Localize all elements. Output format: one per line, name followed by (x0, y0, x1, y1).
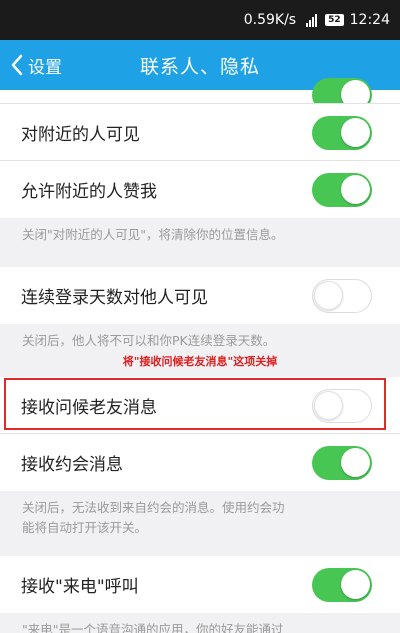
toggle-knob (341, 117, 370, 147)
network-speed: 0.59K/s (243, 12, 297, 28)
setting-row[interactable]: 对附近的人可见 (0, 104, 400, 161)
toggle-switch[interactable] (312, 445, 372, 480)
toggle-switch[interactable] (312, 278, 372, 313)
toggle-knob (341, 447, 370, 477)
status-bar: 0.59K/s 52 12:24 (0, 0, 400, 40)
toggle-knob (314, 390, 343, 420)
setting-note: 关闭"对附近的人可见"，将清除你的位置信息。 (22, 227, 284, 242)
toggle-knob (341, 174, 370, 204)
setting-label: 接收"来电"呼叫 (21, 577, 139, 597)
setting-label: 连续登录天数对他人可见 (21, 288, 208, 308)
setting-note: 关闭后，他人将不可以和你PK连续登录天数。 (22, 333, 276, 348)
setting-note: "来电"是一个语音沟通的应用，你的好友能通过 (22, 622, 284, 633)
toggle-knob (314, 280, 343, 310)
setting-label: 接收约会消息 (21, 455, 123, 475)
setting-label: 接收问候老友消息 (21, 398, 157, 418)
toggle-switch[interactable] (312, 172, 372, 207)
battery-icon: 52 (325, 14, 344, 26)
setting-row[interactable]: 接收问候老友消息 (0, 377, 400, 434)
setting-row[interactable]: 接收"来电"呼叫 (0, 556, 400, 613)
setting-row-partial (0, 78, 400, 112)
setting-note: 能将自动打开该开关。 (22, 520, 148, 535)
toggle-switch[interactable] (312, 388, 372, 423)
signal-icon (306, 13, 318, 27)
settings-list: 对附近的人可见 允许附近的人赞我 关闭"对附近的人可见"，将清除你的位置信息。 … (0, 78, 400, 633)
setting-label: 对附近的人可见 (21, 125, 140, 145)
setting-row[interactable]: 接收约会消息 (0, 434, 400, 491)
toggle-knob (341, 569, 370, 599)
setting-row[interactable]: 允许附近的人赞我 (0, 161, 400, 218)
clock: 12:24 (349, 12, 390, 28)
toggle-switch[interactable] (312, 115, 372, 150)
setting-label: 允许附近的人赞我 (21, 182, 157, 202)
setting-note: 关闭后，无法收到来自约会的消息。使用约会功 (22, 500, 285, 515)
setting-row[interactable]: 连续登录天数对他人可见 (0, 267, 400, 324)
toggle-switch[interactable] (312, 567, 372, 602)
annotation-text: 将"接收问候老友消息"这项关掉 (122, 355, 278, 368)
